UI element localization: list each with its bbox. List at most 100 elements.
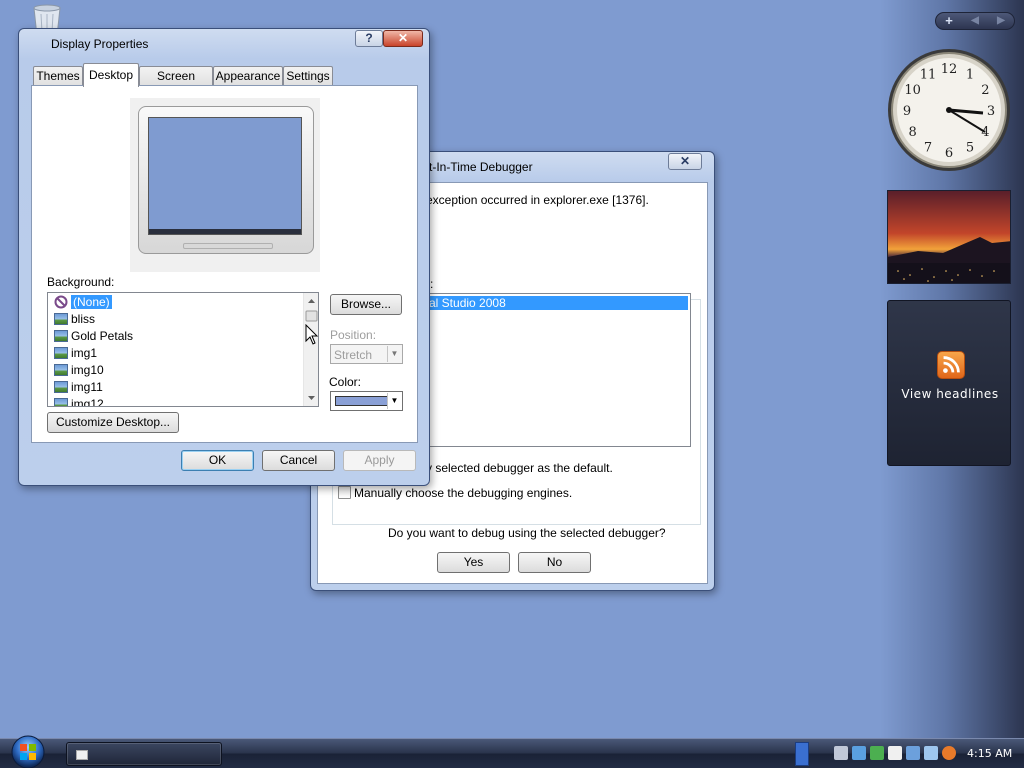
clock-gadget[interactable]: 12 12 3 45678 9 1011	[885, 46, 1013, 174]
clock-numeral: 3	[987, 104, 995, 119]
tab-screen-saver[interactable]: Screen Saver	[139, 66, 213, 101]
clock-numeral: 8	[908, 125, 916, 140]
search-icon[interactable]	[942, 746, 956, 760]
window-icon	[76, 750, 88, 760]
jit-debugger-list-item[interactable]: tual Studio 2008	[417, 296, 688, 310]
background-item-img1[interactable]: img1	[54, 345, 97, 362]
sunset-city-photo	[888, 191, 1010, 283]
clock-numeral: 1	[966, 68, 974, 83]
background-list-scrollbar[interactable]	[303, 293, 318, 406]
none-icon	[54, 295, 68, 309]
display-properties-title: Display Properties	[51, 37, 149, 51]
taskbar-clock[interactable]: 4:15 AM	[967, 747, 1012, 760]
customize-desktop-button[interactable]: Customize Desktop...	[47, 412, 179, 433]
background-label: Background:	[47, 275, 115, 289]
monitor-frame	[138, 106, 314, 254]
background-item-none[interactable]: (None)	[54, 294, 113, 311]
taskbar-window-button[interactable]	[66, 742, 222, 766]
clock-numeral: 9	[903, 104, 911, 119]
background-item-label: img12	[71, 397, 104, 407]
display-properties-window: Display Properties ? ✕ Themes Desktop Sc…	[18, 28, 430, 486]
view-headlines-label[interactable]: View headlines	[888, 387, 1012, 401]
clock-numeral: 6	[945, 146, 953, 161]
mouse-pointer-icon	[305, 324, 319, 345]
no-button[interactable]: No	[518, 552, 591, 573]
background-list[interactable]: (None) bliss Gold Petals img1 img10 img1…	[47, 292, 319, 407]
jit-debugger-list[interactable]: tual Studio 2008	[414, 293, 691, 447]
tab-appearance[interactable]: Appearance	[213, 66, 283, 86]
image-file-icon	[54, 347, 68, 359]
security-check-icon[interactable]	[870, 746, 884, 760]
rss-feed-icon	[937, 351, 965, 379]
background-item-label: img10	[71, 363, 104, 377]
background-item-label: img11	[71, 380, 103, 394]
add-gadget-button[interactable]: +	[937, 13, 961, 29]
monitor-preview-screen	[148, 117, 302, 235]
language-bar-button[interactable]	[795, 742, 809, 766]
position-dropdown[interactable]: Stretch ▼	[330, 344, 403, 364]
feed-headlines-gadget[interactable]: View headlines	[887, 300, 1011, 466]
background-item-bliss[interactable]: bliss	[54, 311, 95, 328]
tab-desktop[interactable]: Desktop	[83, 63, 139, 87]
help-button[interactable]: ?	[355, 30, 383, 47]
chevron-down-icon: ▼	[387, 346, 401, 362]
clock-numeral: 2	[981, 83, 989, 98]
tab-settings[interactable]: Settings	[283, 66, 333, 86]
ok-button[interactable]: OK	[181, 450, 254, 471]
image-file-icon	[54, 313, 68, 325]
scroll-down-arrow-icon	[308, 396, 315, 400]
color-label: Color:	[329, 375, 362, 389]
clock-numeral: 5	[966, 140, 974, 155]
manual-engines-label[interactable]: Manually choose the debugging engines.	[354, 486, 572, 500]
language-icon[interactable]	[924, 746, 938, 760]
taskbar: 4:15 AM	[0, 738, 1024, 768]
background-item-img11[interactable]: img11	[54, 379, 103, 396]
scroll-thumb	[305, 310, 318, 322]
tab-themes[interactable]: Themes	[33, 66, 83, 86]
clock-numeral: 4	[981, 125, 989, 140]
background-item-gold-petals[interactable]: Gold Petals	[54, 328, 133, 345]
clock-numeral: 11	[920, 68, 937, 83]
next-gadget-page-button[interactable]: ▶	[989, 13, 1013, 29]
start-button[interactable]	[6, 733, 50, 768]
jit-set-default-label[interactable]: y selected debugger as the default.	[426, 461, 613, 475]
background-item-label: Gold Petals	[71, 329, 134, 343]
network-icon[interactable]	[834, 746, 848, 760]
document-icon[interactable]	[888, 746, 902, 760]
image-file-icon	[54, 398, 68, 406]
color-picker[interactable]: ▼	[330, 391, 403, 411]
scroll-up-arrow-icon	[308, 299, 315, 303]
jit-exception-message: exception occurred in explorer.exe [1376…	[426, 193, 649, 207]
color-swatch	[335, 396, 388, 406]
clock-numeral: 10	[904, 83, 921, 98]
desktop-tab-panel: Background: (None) bliss Gold Petals img…	[31, 85, 418, 443]
apply-button[interactable]: Apply	[343, 450, 416, 471]
background-item-label: bliss	[71, 312, 96, 326]
position-value: Stretch	[334, 348, 373, 362]
position-label: Position:	[330, 328, 377, 342]
image-file-icon	[54, 364, 68, 376]
display-icon[interactable]	[852, 746, 866, 760]
monitor-preview	[130, 98, 320, 272]
display-properties-title-bar[interactable]: Display Properties ? ✕	[19, 29, 429, 57]
clock-numeral: 12	[941, 62, 958, 77]
jit-close-button[interactable]: ✕	[668, 153, 702, 170]
background-item-img12[interactable]: img12	[54, 396, 104, 407]
cancel-button[interactable]: Cancel	[262, 450, 335, 471]
jit-window-title: st-In-Time Debugger	[423, 160, 533, 174]
jit-question-text: Do you want to debug using the selected …	[388, 526, 666, 540]
close-button[interactable]: ✕	[383, 30, 423, 47]
previous-gadget-page-button[interactable]: ◀	[963, 13, 987, 29]
image-file-icon	[54, 330, 68, 342]
image-file-icon	[54, 381, 68, 393]
sidebar-controls: + ◀ ▶	[935, 12, 1015, 30]
clock-numeral: 7	[924, 140, 932, 155]
background-item-label: img1	[71, 346, 98, 360]
monitor-base	[183, 243, 273, 249]
yes-button[interactable]: Yes	[437, 552, 510, 573]
browse-button[interactable]: Browse...	[330, 294, 402, 315]
manual-engines-checkbox[interactable]	[338, 486, 351, 499]
computer-icon[interactable]	[906, 746, 920, 760]
slideshow-gadget[interactable]	[887, 190, 1011, 284]
background-item-img10[interactable]: img10	[54, 362, 104, 379]
